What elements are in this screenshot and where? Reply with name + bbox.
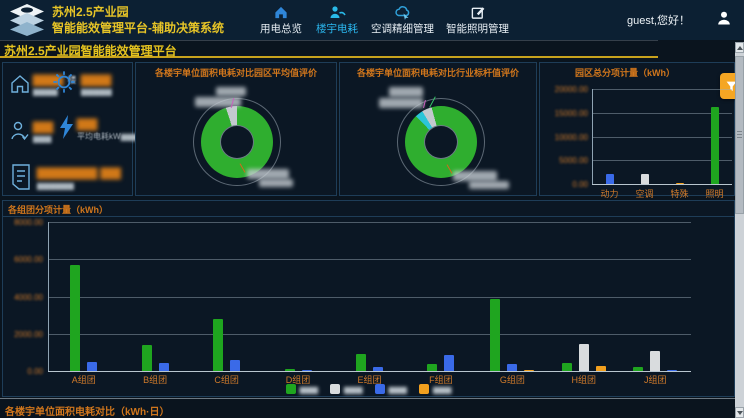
triangle-down-icon — [737, 411, 743, 415]
panel-title: 园区总分项计量（kWh） — [540, 66, 710, 79]
home-outline-icon — [9, 73, 31, 95]
user-greeting: guest,您好！ — [627, 12, 690, 28]
app-title-line1: 苏州2.5产业园 — [52, 4, 224, 20]
page-title: 苏州2.5产业园智能能效管理平台 — [4, 42, 177, 59]
nav-label: 用电总览 — [260, 21, 302, 36]
stat-building-area: ▆▆▆▆▆▆ ▆▆ — [37, 163, 121, 181]
legend-marker — [286, 384, 296, 394]
legend-marker — [419, 384, 429, 394]
blurred-legend-label: ▆▆▆ — [389, 385, 407, 394]
panel-park-total: 园区总分项计量（kWh） 20000.0015000.0010000.00500… — [539, 62, 735, 196]
nav-item-power-overview[interactable]: 用电总览 — [259, 3, 303, 36]
app-title-line2: 智能能效管理平台-辅助决策系统 — [52, 20, 224, 36]
stat-devices: ▆▆▆ — [81, 70, 111, 88]
lightning-bolt-icon — [57, 114, 75, 141]
panel-title: 各组团分项计量（kWh） — [8, 203, 734, 216]
legend-item[interactable]: ▆▆▆ — [330, 384, 362, 394]
nav-item-lighting-management[interactable]: 智能照明管理 — [446, 3, 509, 36]
divider — [0, 398, 735, 399]
panel-group-metering: 各组团分项计量（kWh） 8000.006000.004000.002000.0… — [2, 200, 735, 397]
app-title: 苏州2.5产业园 智能能效管理平台-辅助决策系统 — [52, 4, 224, 36]
legend-marker — [375, 384, 385, 394]
document-icon — [9, 163, 33, 191]
blurred-caption: ▆▆▆▆▆ — [81, 87, 112, 96]
blurred-value: ▆▆▆▆▆▆ ▆▆ — [37, 164, 121, 179]
nav-label: 楼宇电耗 — [316, 21, 358, 36]
user-account-icon[interactable] — [716, 10, 732, 26]
hvac-cloud-icon — [394, 3, 412, 20]
main-nav: 用电总览 楼宇电耗 空调精细管理 — [259, 3, 509, 36]
legend-item[interactable]: ▆▆▆ — [375, 384, 407, 394]
home-icon — [273, 3, 289, 20]
building-power-icon — [329, 3, 346, 20]
sidebar-stats-panel: ▆▆▆ 楼 ▆▆▆▆ ▆▆▆ ▆▆▆▆▆ ▆▆ ▆▆▆ ▆▆ 平均电耗kW▆▆▆… — [2, 62, 133, 196]
stat-caption: ▆▆▆ — [33, 134, 51, 143]
panel-title: 各楼宇单位面积电耗对比行业标杆值评价 — [340, 66, 536, 79]
donut-hole — [220, 125, 254, 159]
scrollbar-grip — [737, 131, 742, 139]
stat-caption: ▆▆▆▆▆ — [81, 87, 112, 96]
legend-marker — [330, 384, 340, 394]
blurred-legend-label: ▆▆▆ — [300, 385, 318, 394]
blurred-value: ▆▆▆ — [81, 71, 111, 86]
stat-evaluation: ▆▆ — [33, 117, 53, 135]
blurred-caption: ▆▆▆▆▆▆ — [37, 181, 74, 190]
triangle-up-icon — [737, 46, 743, 50]
footer-panel-title: 各楼宇单位面积电耗对比（kWh·日） — [5, 403, 169, 418]
blurred-label — [259, 179, 293, 187]
blurred-label — [216, 87, 246, 96]
blurred-caption: ▆▆▆ — [33, 134, 51, 143]
blurred-label — [453, 171, 497, 181]
nav-item-hvac-management[interactable]: 空调精细管理 — [371, 3, 434, 36]
blurred-label — [247, 169, 289, 179]
gear-icon — [51, 69, 77, 95]
caption-text: 平均电耗kW — [77, 132, 121, 141]
app-header: 苏州2.5产业园 智能能效管理平台-辅助决策系统 用电总览 楼宇电耗 — [0, 0, 744, 40]
scroll-up-button[interactable] — [735, 42, 744, 53]
blurred-legend-label: ▆▆▆ — [344, 385, 362, 394]
scroll-down-button[interactable] — [735, 407, 744, 418]
nav-item-building-power[interactable]: 楼宇电耗 — [315, 3, 359, 36]
nav-label: 空调精细管理 — [371, 21, 434, 36]
panel-donut-park-avg: 各楼宇单位面积电耗对比园区平均值评价 — [135, 62, 337, 196]
blurred-legend-label: ▆▆▆ — [433, 385, 451, 394]
person-outline-icon — [9, 119, 31, 143]
legend-item[interactable]: ▆▆▆ — [286, 384, 318, 394]
blurred-label — [389, 87, 423, 97]
legend-item[interactable]: ▆▆▆ — [419, 384, 451, 394]
stat-caption: ▆▆▆▆▆▆ — [37, 181, 74, 190]
blurred-value: ▆▆ — [33, 118, 53, 133]
nav-label: 智能照明管理 — [446, 21, 509, 36]
blurred-label — [379, 98, 423, 108]
panel-title: 各楼宇单位面积电耗对比园区平均值评价 — [136, 66, 336, 79]
lighting-edit-icon — [470, 3, 486, 20]
page-banner: 苏州2.5产业园智能能效管理平台 — [0, 40, 658, 58]
chart-legend: ▆▆▆ ▆▆▆ ▆▆▆ ▆▆▆ — [3, 384, 734, 394]
divider — [3, 216, 736, 217]
blurred-value: ▆▆ — [77, 115, 97, 130]
stat-average-energy: ▆▆ — [77, 114, 97, 132]
blurred-label — [469, 181, 509, 189]
app-logo-icon — [6, 3, 48, 37]
donut-hole — [424, 125, 458, 159]
scrollbar-thumb[interactable] — [735, 56, 744, 214]
panel-donut-benchmark: 各楼宇单位面积电耗对比行业标杆值评价 — [339, 62, 537, 196]
